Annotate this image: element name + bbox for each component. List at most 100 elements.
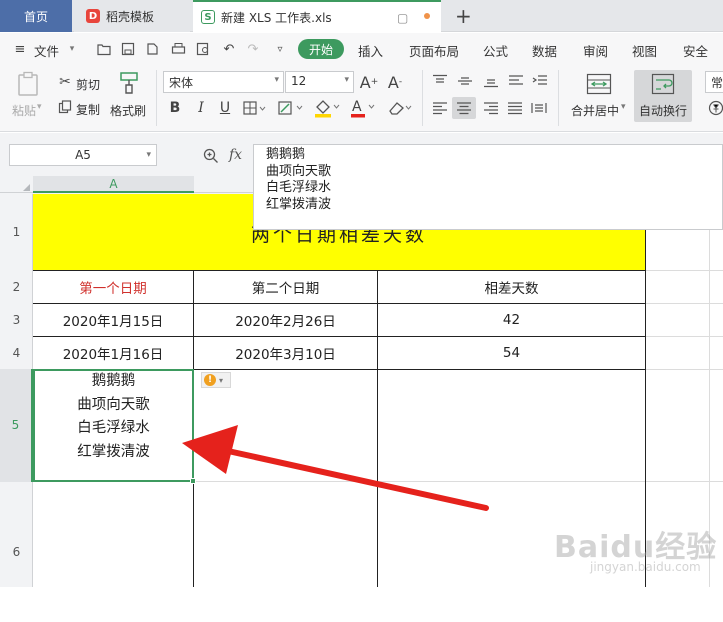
header-first-date[interactable]: 第一个日期 bbox=[33, 271, 193, 303]
file-menu[interactable]: 文件 bbox=[34, 41, 59, 60]
row-header-3[interactable]: 3 bbox=[0, 304, 33, 337]
cell-c3[interactable]: 42 bbox=[378, 304, 645, 336]
merge-center-button[interactable]: 合并居中 bbox=[571, 102, 619, 119]
export-icon[interactable] bbox=[142, 39, 162, 59]
merge-center-icon[interactable] bbox=[585, 72, 613, 96]
cell-b4[interactable]: 2020年3月10日 bbox=[194, 337, 377, 369]
cell-a3[interactable]: 2020年1月15日 bbox=[33, 304, 193, 336]
fill-handle[interactable] bbox=[190, 478, 196, 484]
unsaved-indicator-icon bbox=[424, 13, 430, 19]
tab-docer-templates[interactable]: D 稻壳模板 bbox=[74, 0, 190, 32]
align-bottom-icon[interactable] bbox=[481, 72, 501, 90]
increase-font-size-icon[interactable]: A + bbox=[360, 72, 379, 92]
paste-icon[interactable] bbox=[14, 70, 42, 98]
gridline bbox=[645, 369, 723, 370]
align-middle-icon[interactable] bbox=[455, 72, 475, 90]
tab-insert[interactable]: 插入 bbox=[358, 41, 383, 60]
row-header-1[interactable]: 1 bbox=[0, 194, 33, 270]
insert-function-button[interactable]: fx bbox=[229, 147, 242, 163]
warning-icon: ! bbox=[204, 374, 216, 386]
error-check-button[interactable]: ! ▾ bbox=[201, 372, 231, 388]
name-box[interactable]: A5 ▾ bbox=[9, 144, 157, 166]
window-restore-icon[interactable]: ▢ bbox=[397, 11, 408, 25]
align-left-icon[interactable] bbox=[430, 99, 450, 117]
number-format-value: 常 bbox=[711, 76, 723, 90]
fill-pattern-icon[interactable] bbox=[277, 99, 305, 117]
zoom-formula-icon[interactable] bbox=[203, 148, 219, 168]
font-color-icon[interactable]: A bbox=[349, 97, 377, 119]
row-header-4[interactable]: 4 bbox=[0, 337, 33, 369]
cell-b3[interactable]: 2020年2月26日 bbox=[194, 304, 377, 336]
docer-logo-icon: D bbox=[86, 9, 100, 23]
cell-a4[interactable]: 2020年1月16日 bbox=[33, 337, 193, 369]
column-header-a[interactable]: A bbox=[33, 176, 194, 193]
text-direction-icon[interactable] bbox=[506, 72, 526, 90]
align-center-icon[interactable] bbox=[452, 97, 476, 119]
tab-data[interactable]: 数据 bbox=[532, 41, 557, 60]
tab-home-label: 首页 bbox=[23, 9, 48, 24]
cut-button[interactable]: 剪切 bbox=[76, 76, 100, 93]
new-tab-button[interactable]: + bbox=[455, 4, 472, 28]
number-format-select[interactable]: 常 bbox=[705, 71, 723, 93]
quick-access-more-icon[interactable]: ▿ bbox=[270, 39, 290, 59]
redo-icon[interactable]: ↷ bbox=[243, 39, 263, 59]
name-box-value: A5 bbox=[75, 148, 91, 162]
tab-page-layout[interactable]: 页面布局 bbox=[409, 41, 459, 60]
borders-icon[interactable] bbox=[242, 99, 268, 117]
currency-icon[interactable] bbox=[708, 99, 723, 117]
open-folder-icon[interactable] bbox=[94, 39, 114, 59]
print-preview-icon[interactable] bbox=[193, 39, 213, 59]
scissors-icon: ✂ bbox=[59, 74, 71, 90]
select-all-corner[interactable] bbox=[0, 176, 33, 193]
indent-icon[interactable] bbox=[530, 72, 550, 90]
chevron-down-icon: ▾ bbox=[344, 75, 349, 85]
tab-security[interactable]: 安全 bbox=[683, 41, 708, 60]
paste-button[interactable]: 粘贴 bbox=[12, 102, 36, 119]
header-second-date[interactable]: 第二个日期 bbox=[194, 271, 377, 303]
chevron-down-icon[interactable]: ▾ bbox=[62, 39, 82, 59]
align-right-icon[interactable] bbox=[481, 99, 501, 117]
justify-icon[interactable] bbox=[505, 99, 525, 117]
auto-wrap-label: 自动换行 bbox=[639, 104, 688, 118]
font-name-select[interactable]: 宋体 ▾ bbox=[163, 71, 284, 93]
merge-center-chevron-icon[interactable]: ▾ bbox=[621, 102, 626, 112]
tab-view[interactable]: 视图 bbox=[632, 41, 657, 60]
chevron-down-icon: ▾ bbox=[146, 150, 151, 160]
tab-formulas[interactable]: 公式 bbox=[483, 41, 508, 60]
tab-start[interactable]: 开始 bbox=[298, 39, 344, 59]
hamburger-menu-icon[interactable]: ≡ bbox=[10, 39, 30, 59]
cell-c4[interactable]: 54 bbox=[378, 337, 645, 369]
font-size-select[interactable]: 12 ▾ bbox=[285, 71, 354, 93]
tab-current-file[interactable]: S 新建 XLS 工作表.xls ▢ bbox=[193, 0, 441, 32]
header-day-diff[interactable]: 相差天数 bbox=[378, 271, 645, 303]
distributed-align-icon[interactable] bbox=[529, 99, 549, 117]
row-header-5[interactable]: 5 bbox=[0, 369, 33, 482]
italic-icon[interactable]: I bbox=[192, 99, 210, 117]
tab-home[interactable]: 首页 bbox=[0, 0, 72, 32]
chevron-down-icon: ▾ bbox=[219, 375, 224, 385]
formula-line: 白毛浮绿水 bbox=[266, 180, 332, 195]
align-top-icon[interactable] bbox=[430, 72, 450, 90]
svg-text:A: A bbox=[352, 99, 362, 115]
format-painter-button[interactable]: 格式刷 bbox=[110, 102, 146, 119]
copy-button[interactable]: 复制 bbox=[76, 101, 100, 118]
tab-review[interactable]: 审阅 bbox=[583, 41, 608, 60]
select-all-icon bbox=[23, 184, 30, 191]
active-cell-border bbox=[33, 369, 194, 482]
row-header-2[interactable]: 2 bbox=[0, 270, 33, 304]
row-header-6[interactable]: 6 bbox=[0, 482, 33, 587]
decrease-font-size-icon[interactable]: A- bbox=[386, 72, 404, 92]
format-painter-icon[interactable] bbox=[117, 70, 141, 96]
print-icon[interactable] bbox=[168, 39, 188, 59]
formula-input[interactable]: 鹅鹅鹅 曲项向天歌 白毛浮绿水 红掌拨清波 bbox=[253, 144, 723, 230]
ribbon-separator bbox=[156, 70, 157, 126]
bold-icon[interactable]: B bbox=[166, 99, 184, 117]
fill-color-icon[interactable] bbox=[313, 97, 341, 119]
gridline bbox=[645, 270, 723, 271]
paste-options-chevron-icon[interactable]: ▾ bbox=[37, 102, 42, 112]
save-icon[interactable] bbox=[118, 39, 138, 59]
clear-format-icon[interactable] bbox=[385, 97, 415, 119]
underline-icon[interactable]: U bbox=[216, 99, 234, 117]
auto-wrap-button[interactable]: 自动换行 bbox=[634, 70, 692, 122]
undo-icon[interactable]: ↶ bbox=[219, 39, 239, 59]
